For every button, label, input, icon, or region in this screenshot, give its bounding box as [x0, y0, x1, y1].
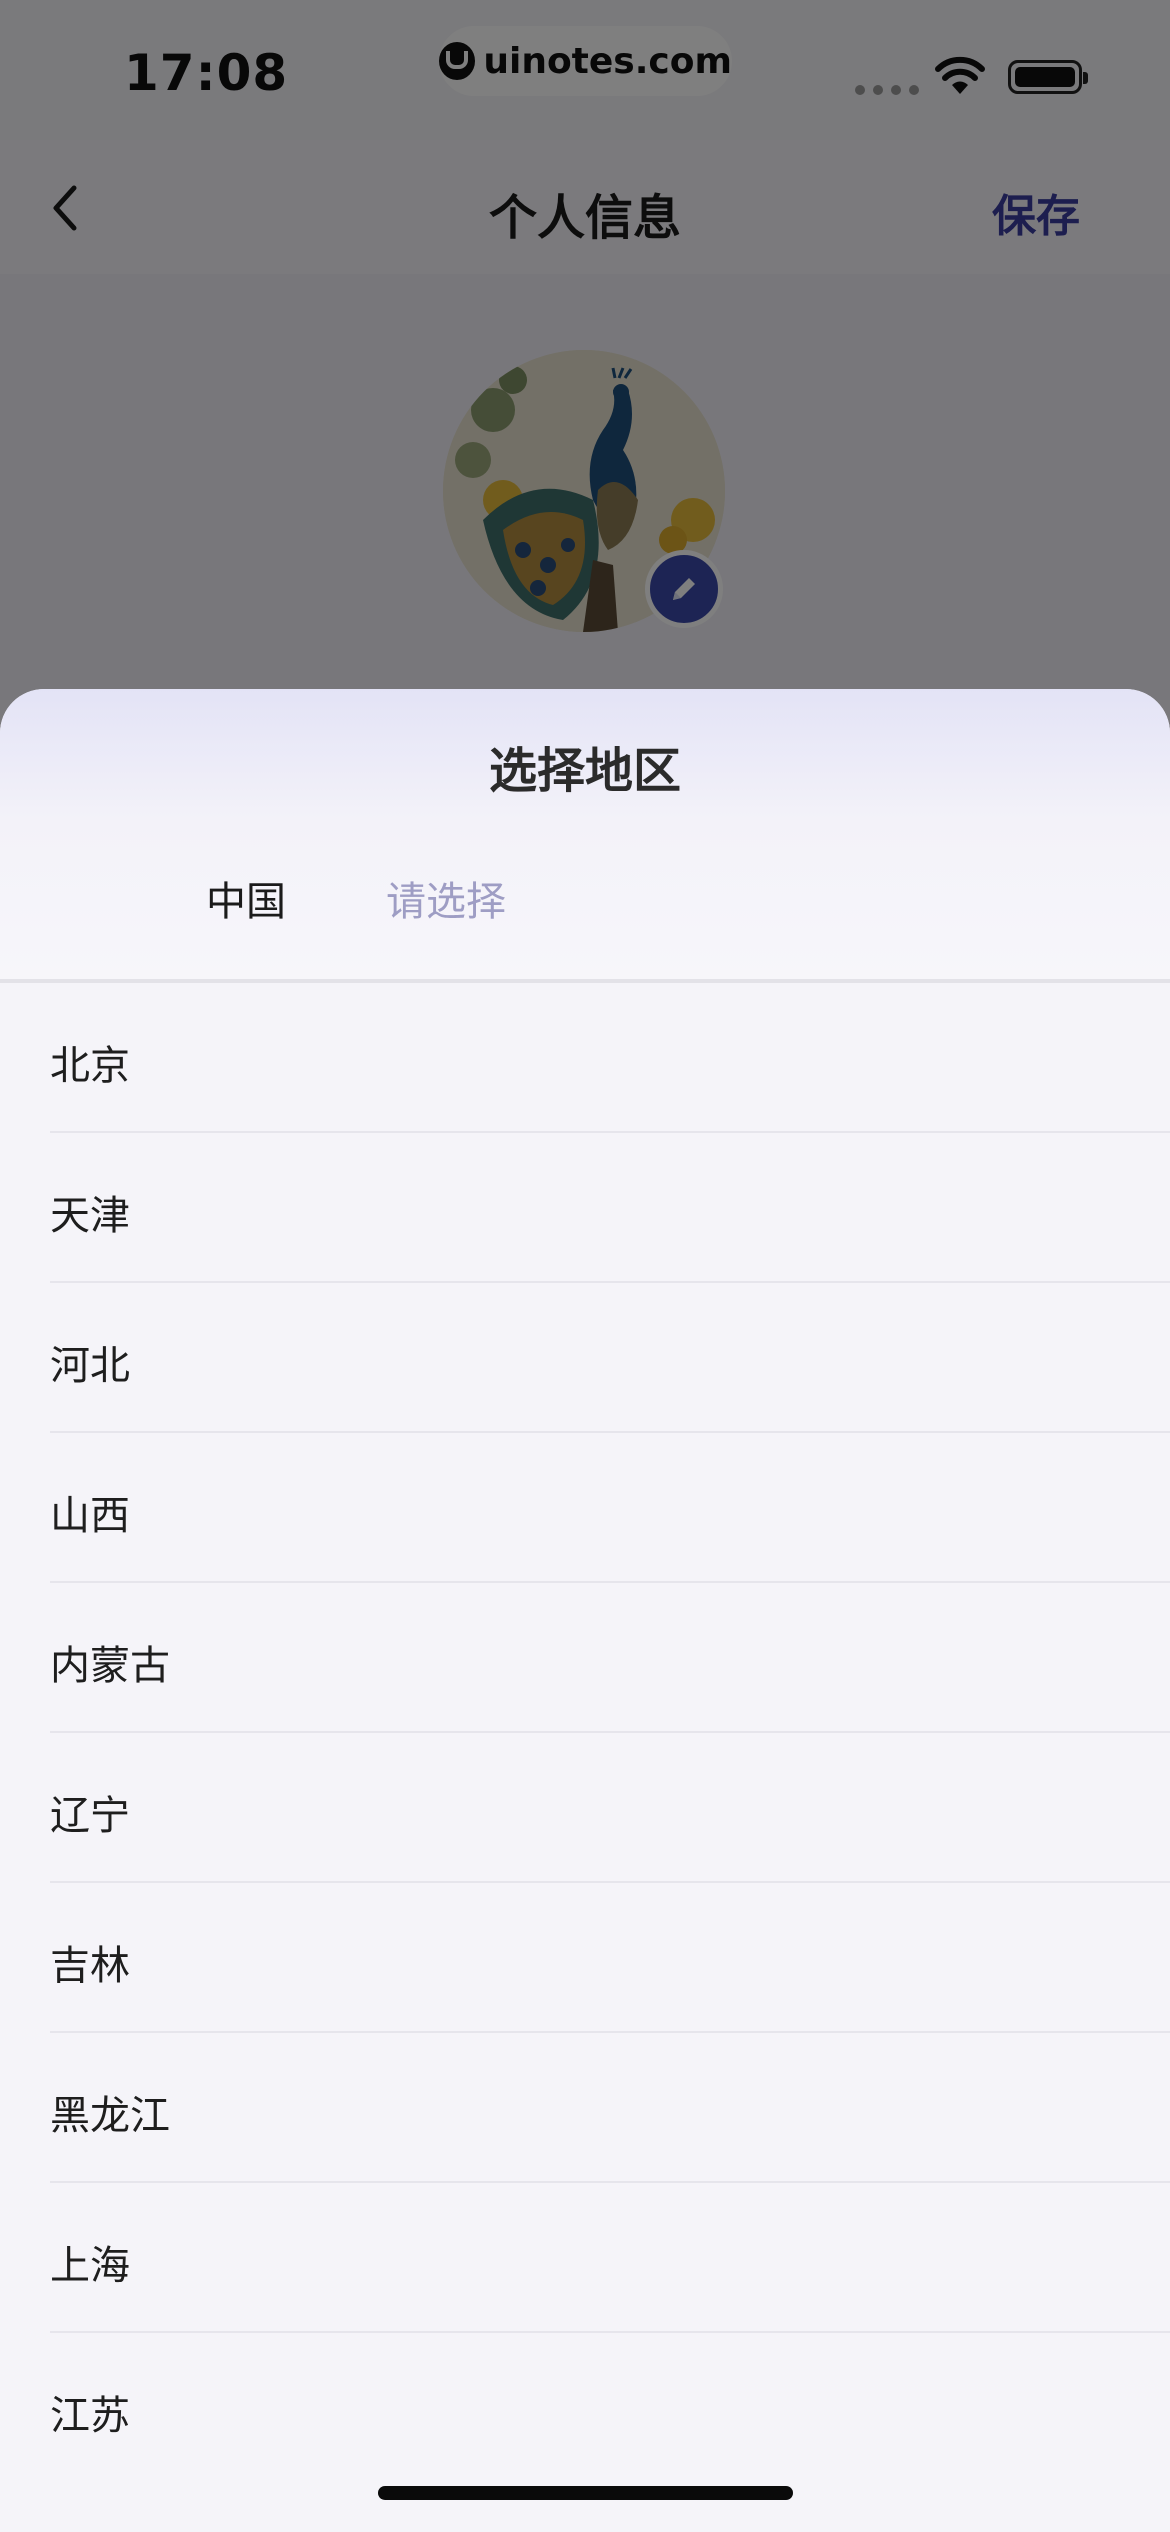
list-item[interactable]: 辽宁: [0, 1733, 1170, 1883]
region-label: 河北: [50, 1343, 130, 1389]
region-label: 山西: [50, 1493, 130, 1539]
list-item[interactable]: 黑龙江: [0, 2033, 1170, 2183]
region-level-tabs: 中国 请选择: [0, 869, 1170, 959]
sheet-header: 选择地区 中国 请选择: [0, 689, 1170, 979]
list-item[interactable]: 山西: [0, 1433, 1170, 1583]
region-list: 北京 天津 河北 山西 内蒙古 辽宁 吉林 黑龙江 上海 江苏: [0, 983, 1170, 2483]
region-label: 北京: [50, 1043, 130, 1089]
list-item[interactable]: 河北: [0, 1283, 1170, 1433]
list-item[interactable]: 北京: [0, 983, 1170, 1133]
list-item[interactable]: 上海: [0, 2183, 1170, 2333]
home-indicator[interactable]: [378, 2486, 793, 2500]
region-label: 吉林: [50, 1943, 130, 1989]
sheet-title: 选择地区: [488, 743, 681, 799]
region-label: 上海: [50, 2243, 130, 2289]
region-picker-sheet: 选择地区 中国 请选择 北京 天津 河北 山西 内蒙古 辽宁 吉林 黑龙江 上海…: [0, 689, 1170, 2532]
tab-country[interactable]: 中国: [206, 869, 286, 927]
list-item[interactable]: 天津: [0, 1133, 1170, 1283]
list-item[interactable]: 内蒙古: [0, 1583, 1170, 1733]
region-label: 江苏: [50, 2393, 130, 2439]
region-label: 内蒙古: [50, 1643, 170, 1689]
region-label: 黑龙江: [50, 2093, 170, 2139]
region-label: 辽宁: [50, 1793, 130, 1839]
region-label: 天津: [50, 1193, 130, 1239]
list-item[interactable]: 江苏: [0, 2333, 1170, 2483]
tab-province-placeholder[interactable]: 请选择: [386, 869, 506, 927]
list-item[interactable]: 吉林: [0, 1883, 1170, 2033]
